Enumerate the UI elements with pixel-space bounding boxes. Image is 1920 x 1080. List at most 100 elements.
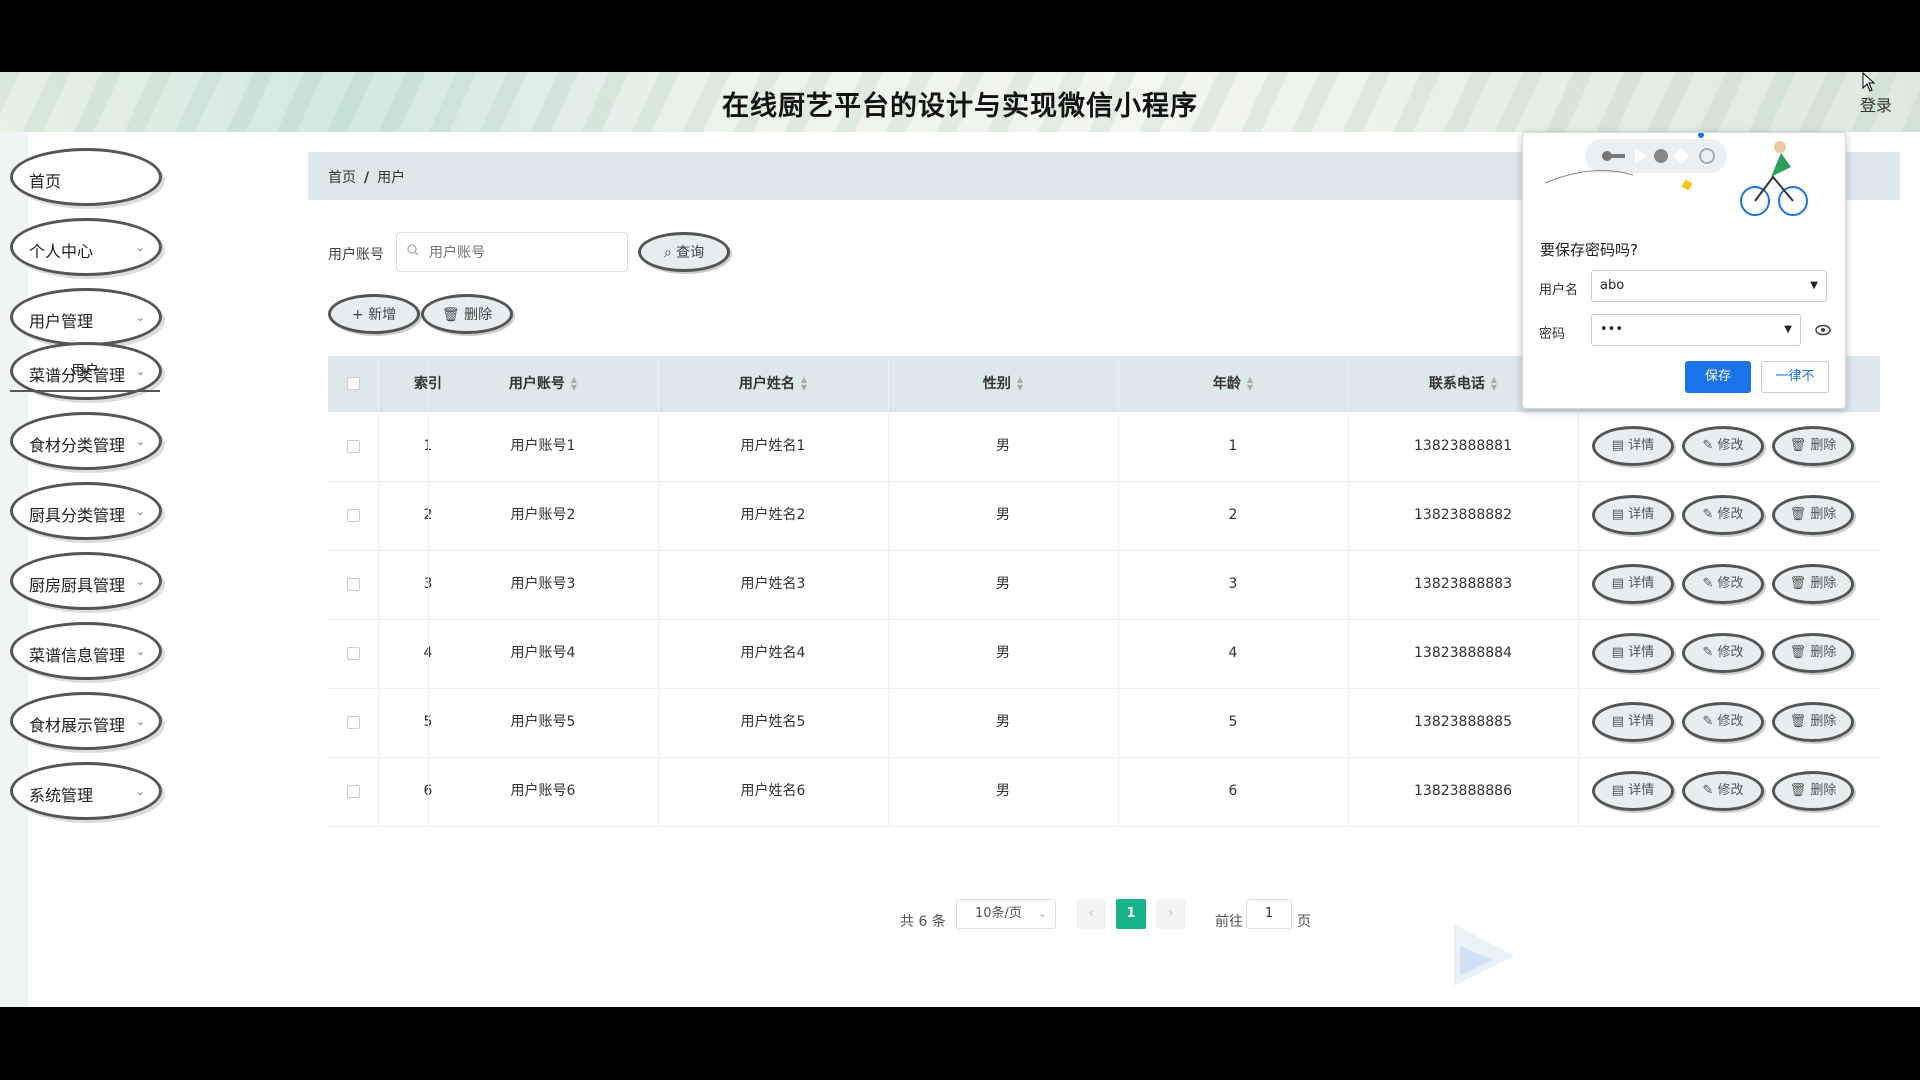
cell-gender: 男 xyxy=(996,576,1010,592)
sidebar-item-7[interactable]: 菜谱信息管理 ⌄ xyxy=(10,622,162,680)
prev-page-button[interactable]: ‹ xyxy=(1076,899,1106,929)
column-header-label: 联系电话 xyxy=(1428,376,1485,392)
pencil-icon: ✎ xyxy=(1702,645,1718,660)
sort-icon[interactable]: ▲ ▼ xyxy=(571,376,577,392)
login-link[interactable]: 登录 xyxy=(1860,92,1892,116)
sidebar-item-8[interactable]: 食材展示管理 ⌄ xyxy=(10,692,162,750)
sidebar-item-label: 菜谱信息管理 xyxy=(29,646,126,665)
sidebar-item-4[interactable]: 食材分类管理 ⌄ xyxy=(10,412,162,470)
edit-button-label: 修改 xyxy=(1717,714,1744,729)
edit-button[interactable]: ✎ 修改 xyxy=(1682,702,1764,742)
eye-icon[interactable] xyxy=(1815,324,1831,336)
add-button[interactable]: + 新增 xyxy=(328,294,420,334)
cell-account: 用户账号1 xyxy=(510,438,576,454)
row-checkbox[interactable] xyxy=(347,509,360,522)
delete-button[interactable]: 🗑 删除 xyxy=(1772,771,1854,811)
delete-button[interactable]: 🗑 删除 xyxy=(1772,564,1854,604)
sidebar-item-2[interactable]: 用户管理 ⌄ xyxy=(10,288,162,346)
document-icon: ▤ xyxy=(1611,714,1629,729)
sidebar-item-1[interactable]: 个人中心 ⌄ xyxy=(10,218,162,276)
delete-button[interactable]: 🗑 删除 xyxy=(1772,495,1854,535)
sidebar-item-label: 个人中心 xyxy=(29,242,94,261)
column-header-3[interactable]: 性别 ▲ ▼ xyxy=(888,356,1118,412)
column-header-4[interactable]: 年龄 ▲ ▼ xyxy=(1118,356,1348,412)
sort-icon[interactable]: ▲ ▼ xyxy=(1247,376,1253,392)
table-row: 2用户账号2用户姓名2男213823888882▤ 详情✎ 修改🗑 删除 xyxy=(328,481,1880,551)
column-header-1[interactable]: 用户账号 ▲ ▼ xyxy=(428,356,658,412)
username-field[interactable]: abo ▼ xyxy=(1591,270,1827,302)
sort-icon[interactable]: ▲ ▼ xyxy=(1491,376,1497,392)
detail-button[interactable]: ▤ 详情 xyxy=(1592,633,1674,673)
row-checkbox[interactable] xyxy=(347,440,360,453)
sidebar-item-0[interactable]: 首页 xyxy=(10,148,162,206)
row-checkbox[interactable] xyxy=(347,716,360,729)
search-input[interactable] xyxy=(396,232,628,272)
detail-button[interactable]: ▤ 详情 xyxy=(1592,564,1674,604)
edit-button[interactable]: ✎ 修改 xyxy=(1682,495,1764,535)
goto-page-input[interactable]: 1 xyxy=(1246,899,1292,929)
page-size-select[interactable]: 10条/页 ⌄ xyxy=(956,899,1056,929)
cell-name: 用户姓名2 xyxy=(740,507,806,523)
plus-icon: + xyxy=(351,307,364,323)
delete-button[interactable]: 🗑 删除 xyxy=(1772,426,1854,466)
header-banner: 在线厨艺平台的设计与实现微信小程序 登录 xyxy=(0,72,1920,132)
chevron-left-icon: ‹ xyxy=(1088,906,1094,921)
save-password-button[interactable]: 保存 xyxy=(1685,361,1751,393)
cell-phone: 13823888885 xyxy=(1414,714,1512,730)
row-checkbox[interactable] xyxy=(347,578,360,591)
add-button-label: 新增 xyxy=(368,307,397,323)
trash-icon: 🗑 xyxy=(1789,576,1811,591)
cell-age: 5 xyxy=(1228,714,1238,730)
edit-button[interactable]: ✎ 修改 xyxy=(1682,564,1764,604)
never-save-button[interactable]: 一律不 xyxy=(1761,361,1829,393)
cell-age: 1 xyxy=(1228,438,1238,454)
cell-phone: 13823888881 xyxy=(1414,438,1512,454)
trash-icon: 🗑 xyxy=(441,307,460,323)
delete-button[interactable]: 🗑 删除 xyxy=(1772,633,1854,673)
chevron-right-icon: › xyxy=(1168,906,1174,921)
sidebar-item-label: 食材分类管理 xyxy=(29,436,126,455)
page-button-current[interactable]: 1 xyxy=(1116,899,1146,929)
row-checkbox[interactable] xyxy=(347,647,360,660)
password-field[interactable]: ••• ▼ xyxy=(1591,314,1801,346)
cell-age: 3 xyxy=(1228,576,1238,592)
detail-button-label: 详情 xyxy=(1628,507,1655,522)
detail-button[interactable]: ▤ 详情 xyxy=(1592,771,1674,811)
batch-delete-button[interactable]: 🗑 删除 xyxy=(421,294,513,334)
detail-button[interactable]: ▤ 详情 xyxy=(1592,495,1674,535)
select-all-checkbox[interactable] xyxy=(347,377,360,390)
edit-button[interactable]: ✎ 修改 xyxy=(1682,633,1764,673)
next-page-button[interactable]: › xyxy=(1156,899,1186,929)
column-divider xyxy=(428,356,429,826)
sidebar-item-5[interactable]: 厨具分类管理 ⌄ xyxy=(10,482,162,540)
document-icon: ▤ xyxy=(1611,438,1629,453)
search-field[interactable] xyxy=(427,241,621,265)
column-divider xyxy=(378,356,379,826)
cell-gender: 男 xyxy=(996,507,1010,523)
column-header-2[interactable]: 用户姓名 ▲ ▼ xyxy=(658,356,888,412)
edit-button[interactable]: ✎ 修改 xyxy=(1682,771,1764,811)
pagination-total: 共 6 条 xyxy=(900,914,946,930)
sidebar-item-9[interactable]: 系统管理 ⌄ xyxy=(10,762,162,820)
submenu-item-user[interactable]: 用户 xyxy=(10,352,160,392)
detail-button[interactable]: ▤ 详情 xyxy=(1592,426,1674,466)
sort-icon[interactable]: ▲ ▼ xyxy=(1017,376,1023,392)
column-divider xyxy=(1348,356,1349,826)
document-icon: ▤ xyxy=(1611,645,1629,660)
row-checkbox[interactable] xyxy=(347,785,360,798)
edit-button-label: 修改 xyxy=(1717,576,1744,591)
sort-icon[interactable]: ▲ ▼ xyxy=(801,376,807,392)
edit-button[interactable]: ✎ 修改 xyxy=(1682,426,1764,466)
delete-button[interactable]: 🗑 删除 xyxy=(1772,702,1854,742)
sidebar-item-6[interactable]: 厨房厨具管理 ⌄ xyxy=(10,552,162,610)
save-password-question: 要保存密码吗? xyxy=(1540,241,1638,259)
query-button[interactable]: ⌕ 查询 xyxy=(638,232,730,272)
breadcrumb-home[interactable]: 首页 xyxy=(328,170,356,186)
cell-account: 用户账号5 xyxy=(510,714,576,730)
document-icon: ▤ xyxy=(1611,783,1629,798)
chevron-down-icon: ⌄ xyxy=(135,435,145,448)
cell-account: 用户账号6 xyxy=(510,783,576,799)
detail-button[interactable]: ▤ 详情 xyxy=(1592,702,1674,742)
username-label: 用户名 xyxy=(1539,283,1579,298)
cell-age: 6 xyxy=(1228,783,1238,799)
